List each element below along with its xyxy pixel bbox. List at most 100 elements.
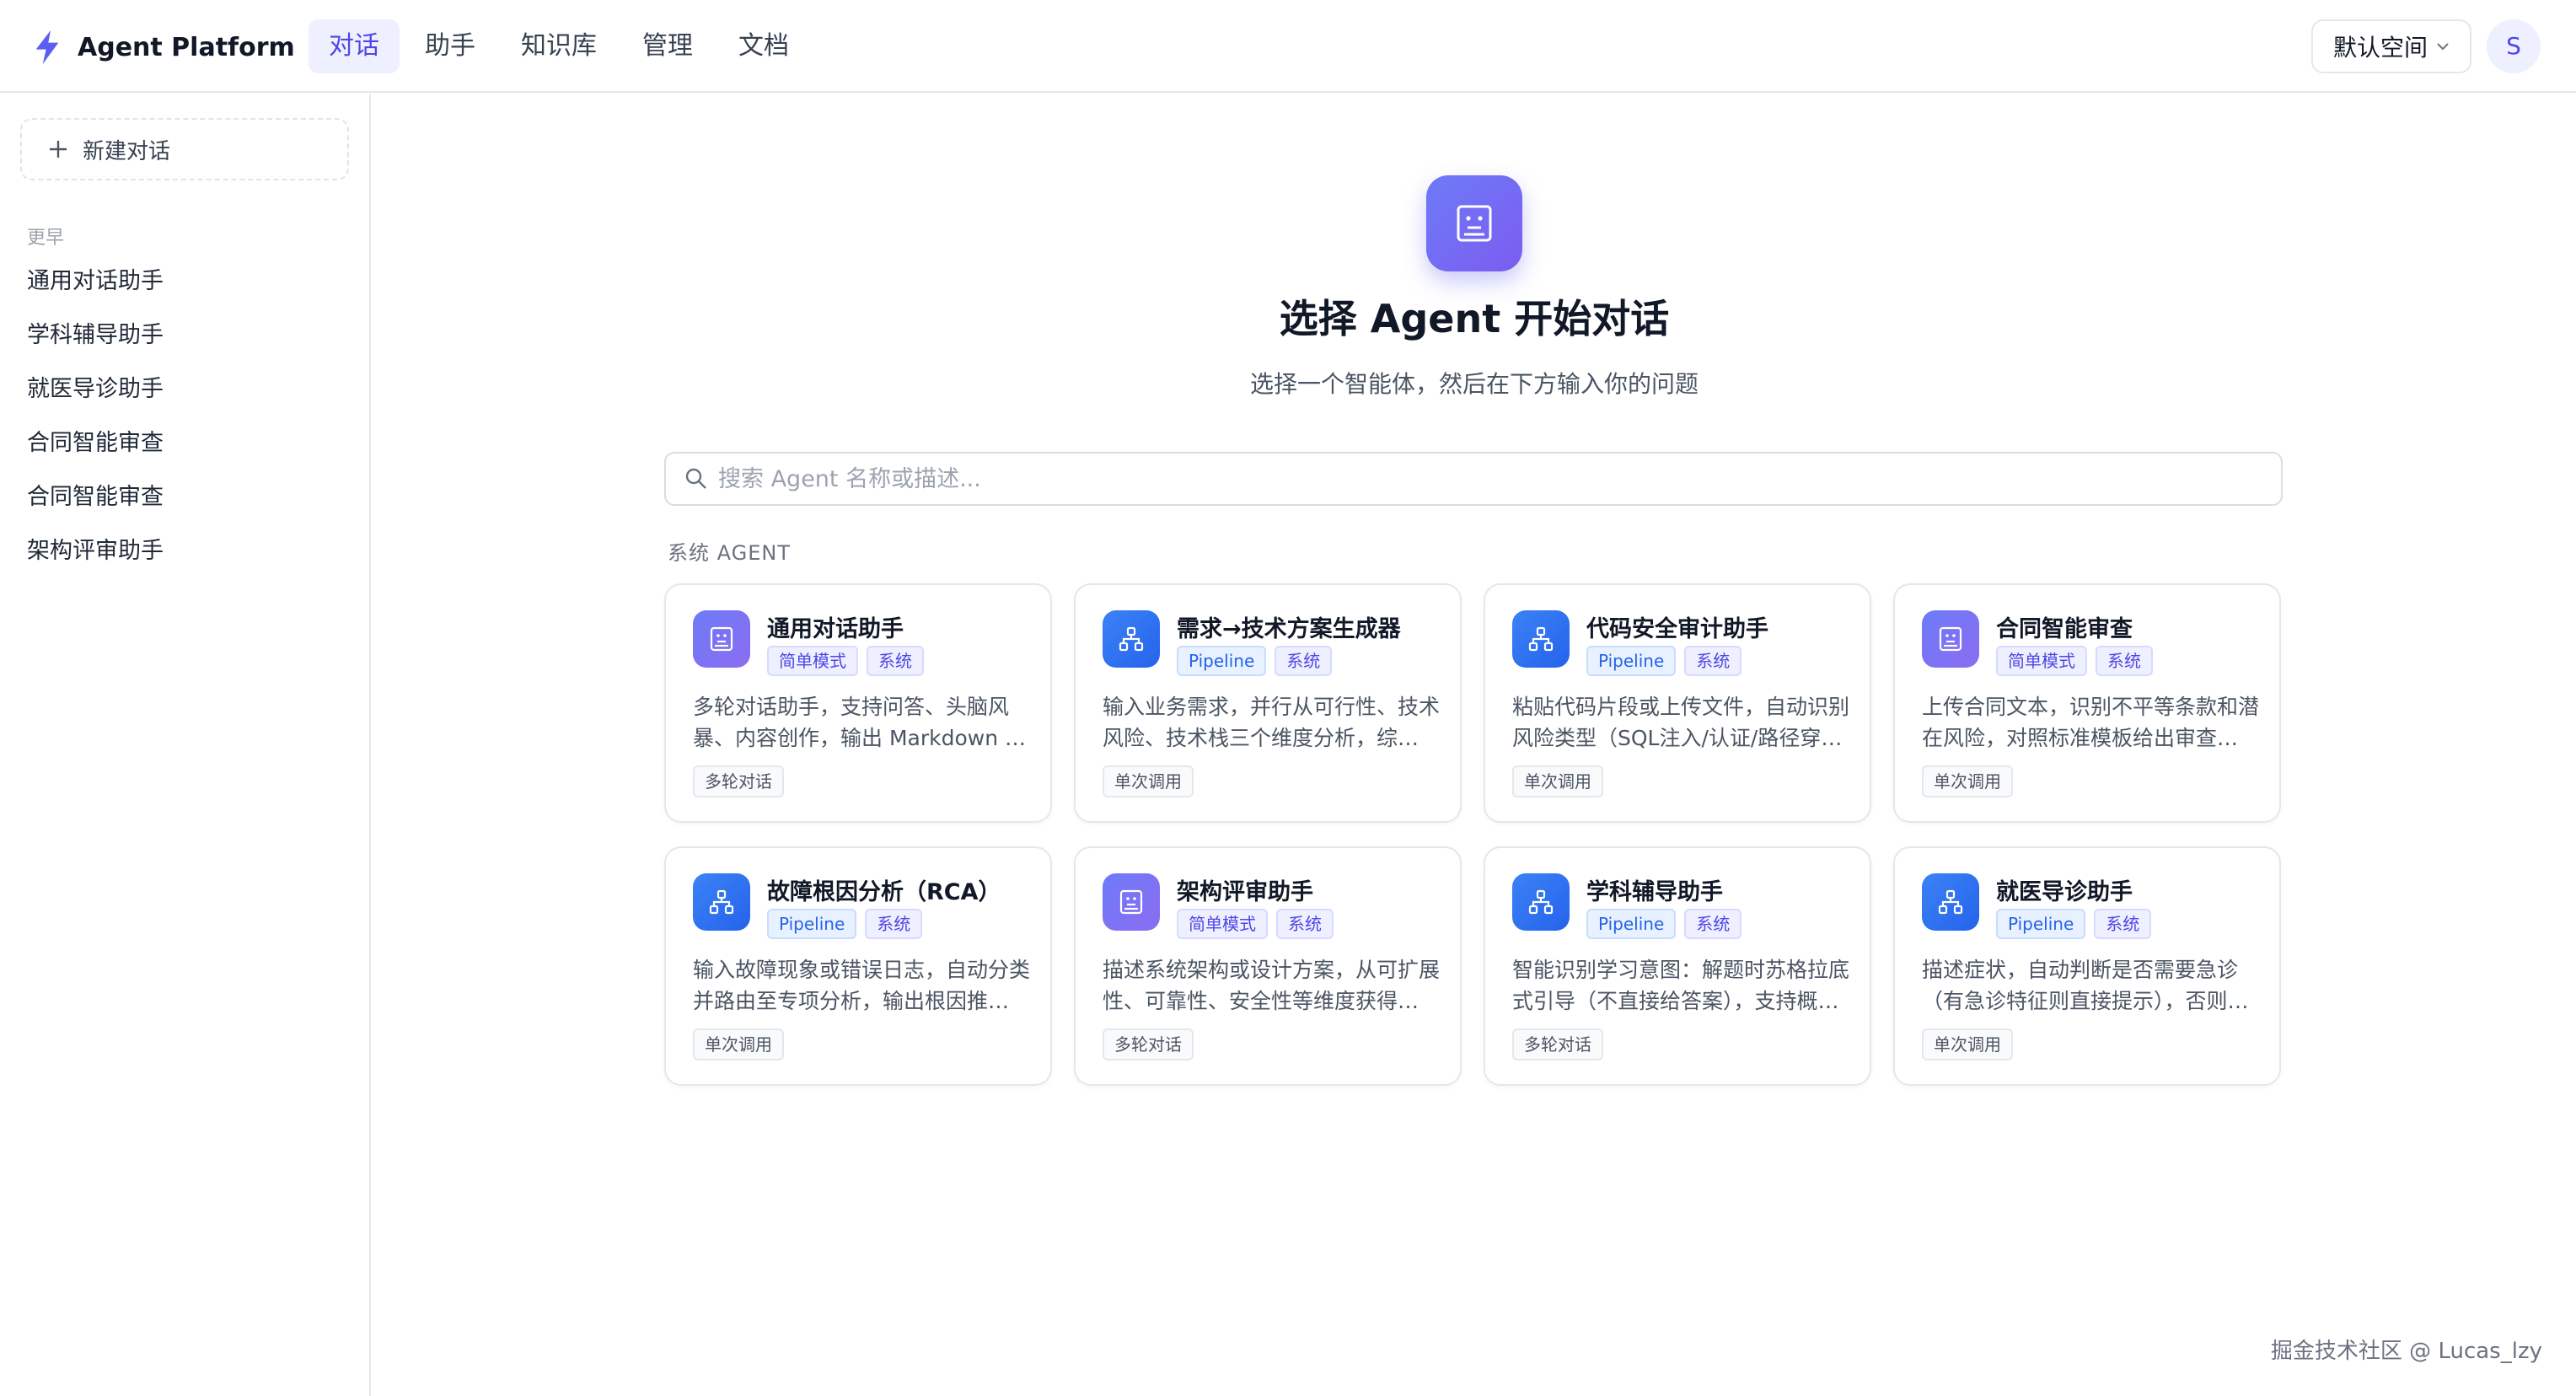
agent-system-tag: 系统 [865,909,923,939]
agent-title: 合同智能审查 [1996,616,2133,642]
network-icon [1528,626,1554,652]
page-title: 选择 Agent 开始对话 [1279,296,1670,341]
robot-icon [710,626,733,652]
history-section-label: 更早 [27,228,65,249]
agent-card[interactable]: 故障根因分析（RCA） Pipeline 系统 输入故障现象或错误日志，自动分类… [664,846,1052,1086]
agent-card[interactable]: 通用对话助手 简单模式 系统 多轮对话助手，支持问答、头脑风暴、内容创作，输出 … [664,583,1052,823]
user-avatar[interactable]: S [2487,19,2541,73]
agent-description: 上传合同文本，识别不平等条款和潜在风险，对照标准模板给出审查意见。 [1922,695,2259,750]
agent-mode-tag: 简单模式 [1177,909,1268,939]
agent-mode-tag: Pipeline [1177,646,1267,676]
brand[interactable]: Agent Platform [34,29,295,66]
sidebar: 新建对话 更早 通用对话助手 学科辅导助手 就医导诊助手 合同智能审查 合同智能… [0,94,371,1396]
workspace-label: 默认空间 [2333,34,2428,62]
top-header: Agent Platform 对话 助手 知识库 管理 文档 默认空间 S [0,0,2576,93]
network-icon [1528,889,1554,915]
search-input[interactable] [718,465,2235,492]
nav-tab-admin[interactable]: 管理 [622,19,713,73]
history-item[interactable]: 学科辅导助手 [0,309,371,362]
agent-call-badge: 单次调用 [693,1028,784,1060]
agent-title: 学科辅导助手 [1586,879,1723,905]
agent-card[interactable]: 合同智能审查 简单模式 系统 上传合同文本，识别不平等条款和潜在风险，对照标准模… [1893,583,2281,823]
search-icon [685,468,706,489]
agent-system-tag: 系统 [867,646,924,676]
nav-tab-assistants[interactable]: 助手 [405,19,496,73]
history-item[interactable]: 合同智能审查 [0,470,371,524]
agent-mode-tag: Pipeline [1996,909,2086,939]
agent-description: 智能识别学习意图：解题时苏格拉底式引导（不直接给答案），支持概念讲解。 [1512,958,1849,1013]
hero-robot-icon [1426,175,1522,271]
agent-icon [1512,873,1570,931]
agent-tags: Pipeline 系统 [1586,646,1750,676]
agent-system-tag: 系统 [2094,909,2152,939]
agent-card[interactable]: 架构评审助手 简单模式 系统 描述系统架构或设计方案，从可扩展性、可靠性、安全性… [1074,846,1462,1086]
agent-icon [1922,873,1979,931]
robot-icon [1119,889,1143,915]
agent-call-badge: 多轮对话 [1512,1028,1603,1060]
agent-description: 描述症状，自动判断是否需要急诊（有急诊特征则直接提示），否则推荐科室。 [1922,958,2249,1013]
plus-icon [50,141,67,158]
agent-title: 通用对话助手 [767,616,904,642]
watermark: 掘金技术社区 @ Lucas_lzy [2270,1339,2542,1364]
agent-call-badge: 多轮对话 [693,765,784,797]
agent-tags: Pipeline 系统 [1586,909,1750,939]
nav-tab-chat[interactable]: 对话 [309,19,400,73]
agent-mode-tag: Pipeline [767,909,857,939]
agent-system-tag: 系统 [1276,909,1334,939]
agent-call-badge: 单次调用 [1512,765,1603,797]
chevron-down-icon [2437,43,2449,51]
agent-card[interactable]: 需求→技术方案生成器 Pipeline 系统 输入业务需求，并行从可行性、技术风… [1074,583,1462,823]
agent-mode-tag: 简单模式 [767,646,858,676]
agent-system-tag: 系统 [1684,909,1742,939]
history-list: 通用对话助手 学科辅导助手 就医导诊助手 合同智能审查 合同智能审查 架构评审助… [0,255,371,578]
agent-description: 粘贴代码片段或上传文件，自动识别风险类型（SQL注入/认证/路径穿越等）。 [1512,695,1849,750]
agent-call-badge: 单次调用 [1922,1028,2013,1060]
history-item[interactable]: 就医导诊助手 [0,362,371,416]
agent-icon [1103,873,1160,931]
agent-mode-tag: Pipeline [1586,909,1677,939]
agent-call-badge: 单次调用 [1103,765,1194,797]
agent-title: 就医导诊助手 [1996,879,2133,905]
new-chat-button[interactable]: 新建对话 [20,118,349,180]
network-icon [1119,626,1144,652]
agent-tags: 简单模式 系统 [1177,909,1342,939]
agent-card[interactable]: 就医导诊助手 Pipeline 系统 描述症状，自动判断是否需要急诊（有急诊特征… [1893,846,2281,1086]
agent-tags: Pipeline 系统 [1177,646,1340,676]
agent-icon [1103,610,1160,668]
agent-tags: 简单模式 系统 [1996,646,2161,676]
agent-description: 输入故障现象或错误日志，自动分类并路由至专项分析，输出根因推断与建议。 [693,958,1030,1013]
agent-call-badge: 多轮对话 [1103,1028,1194,1060]
lightning-bolt-icon [35,30,59,64]
history-item[interactable]: 通用对话助手 [0,255,371,309]
agent-title: 故障根因分析（RCA） [767,879,1001,905]
group-label: 系统 AGENT [668,541,791,565]
nav-tab-knowledge-base[interactable]: 知识库 [501,19,617,73]
agent-card[interactable]: 代码安全审计助手 Pipeline 系统 粘贴代码片段或上传文件，自动识别风险类… [1484,583,1871,823]
agent-title: 需求→技术方案生成器 [1177,616,1401,642]
history-item[interactable]: 合同智能审查 [0,416,371,470]
main-nav: 对话 助手 知识库 管理 文档 [309,19,814,73]
agent-title: 架构评审助手 [1177,879,1313,905]
workspace-select[interactable]: 默认空间 [2311,19,2471,73]
agent-system-tag: 系统 [2096,646,2153,676]
agent-tags: Pipeline 系统 [1996,909,2160,939]
network-icon [709,889,734,915]
agent-mode-tag: 简单模式 [1996,646,2087,676]
agent-icon [1922,610,1979,668]
agent-card[interactable]: 学科辅导助手 Pipeline 系统 智能识别学习意图：解题时苏格拉底式引导（不… [1484,846,1871,1086]
history-item[interactable]: 架构评审助手 [0,524,371,578]
brand-name: Agent Platform [78,32,295,62]
agent-search [664,452,2283,506]
agent-title: 代码安全审计助手 [1586,616,1768,642]
agent-call-badge: 单次调用 [1922,765,2013,797]
agent-mode-tag: Pipeline [1586,646,1677,676]
robot-icon [1939,626,1962,652]
agent-system-tag: 系统 [1275,646,1333,676]
agent-tags: Pipeline 系统 [767,909,931,939]
agent-icon [693,873,750,931]
agent-tags: 简单模式 系统 [767,646,932,676]
agent-icon [693,610,750,668]
nav-tab-docs[interactable]: 文档 [718,19,809,73]
new-chat-label: 新建对话 [83,138,171,164]
agent-description: 描述系统架构或设计方案，从可扩展性、可靠性、安全性等维度获得评审意见。 [1103,958,1440,1013]
